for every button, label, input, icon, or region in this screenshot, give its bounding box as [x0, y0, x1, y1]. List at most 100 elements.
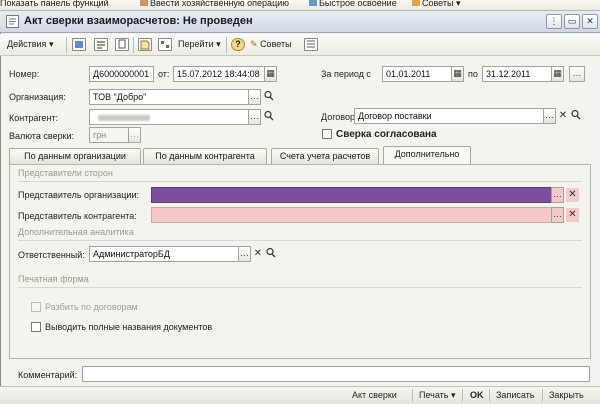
period-from-calendar-button[interactable]: ▦: [451, 66, 464, 82]
tips-toolbar-icon: ✎: [250, 39, 258, 49]
section-divider: [18, 287, 582, 288]
tab-organization-data[interactable]: По данным организации: [9, 148, 141, 164]
contract-open-icon[interactable]: [571, 109, 581, 123]
show-functions-panel-link[interactable]: Показать панель функций: [0, 0, 109, 8]
org-representative-field[interactable]: [151, 187, 552, 203]
cp-representative-clear-icon[interactable]: ✕: [566, 208, 579, 222]
operation-icon: [140, 0, 148, 6]
counterparty-label: Контрагент:: [9, 113, 59, 123]
analytics-section-title: Дополнительная аналитика: [18, 227, 134, 237]
full-names-label: Выводить полные названия документов: [45, 322, 213, 332]
print-label: Печать: [419, 390, 449, 400]
organization-select-button[interactable]: …: [248, 89, 261, 105]
window-title: Акт сверки взаиморасчетов: Не проведен: [24, 15, 253, 27]
structure-icon[interactable]: [158, 38, 172, 51]
date-calendar-button[interactable]: ▦: [264, 66, 277, 82]
enter-operation-link[interactable]: Ввести хозяйственную операцию: [140, 0, 289, 8]
split-by-contracts-checkbox[interactable]: [31, 302, 41, 312]
split-by-contracts-label: Разбить по договорам: [45, 302, 138, 312]
goto-label: Перейти: [178, 39, 214, 49]
currency-label: Валюта сверки:: [9, 131, 74, 141]
agreed-checkbox[interactable]: [322, 129, 332, 139]
copy-document-icon[interactable]: [115, 38, 129, 51]
org-representative-label: Представитель организации:: [18, 190, 139, 200]
based-on-icon[interactable]: [138, 38, 152, 51]
tab-counterparty-data[interactable]: По данным контрагента: [143, 148, 267, 164]
number-label: Номер:: [9, 69, 40, 79]
period-to-field[interactable]: 31.12.2011: [482, 66, 552, 82]
cp-representative-select-button[interactable]: …: [551, 207, 564, 223]
agreed-label: Сверка согласована: [336, 129, 437, 140]
contract-label: Договор:: [321, 112, 358, 122]
representatives-section-title: Представители сторон: [18, 168, 113, 178]
number-field[interactable]: Д6000000001: [89, 66, 154, 82]
date-field[interactable]: 15.07.2012 18:44:08: [173, 66, 265, 82]
comment-field[interactable]: [82, 366, 590, 382]
tab-settlement-accounts[interactable]: Счета учета расчетов: [271, 148, 379, 164]
comment-label: Комментарий:: [18, 370, 78, 380]
actions-label: Действия: [7, 39, 47, 49]
goto-menu[interactable]: Перейти ▾: [178, 39, 221, 50]
tips-link[interactable]: Советы ▾: [412, 0, 461, 9]
print-button[interactable]: Печать ▾: [419, 390, 456, 401]
quick-learning-label: Быстрое освоение: [319, 0, 397, 8]
contract-select-button[interactable]: …: [543, 108, 556, 124]
top-function-panel: Показать панель функций Ввести хозяйстве…: [0, 0, 600, 11]
ok-button[interactable]: OK: [470, 390, 484, 400]
tips-button[interactable]: ✎ Советы: [250, 39, 292, 50]
restore-window-button[interactable]: ▭: [564, 14, 580, 29]
responsible-select-button[interactable]: …: [238, 246, 251, 262]
organization-label: Организация:: [9, 92, 66, 102]
org-representative-select-button[interactable]: …: [551, 187, 564, 203]
contract-clear-icon[interactable]: ✕: [558, 109, 568, 123]
movements-icon[interactable]: [94, 38, 108, 51]
period-to-label: по: [468, 69, 478, 79]
toolbar-separator: [66, 37, 67, 53]
form-footer: Акт сверки Печать ▾ OK Записать Закрыть: [0, 386, 600, 404]
footer-separator: [412, 389, 413, 402]
post-document-icon[interactable]: [72, 38, 86, 51]
org-representative-clear-icon[interactable]: ✕: [566, 188, 579, 202]
counterparty-select-button[interactable]: …: [248, 109, 261, 125]
learning-icon: [309, 0, 317, 6]
cp-representative-label: Представитель контрагента:: [18, 211, 137, 221]
list-settings-icon[interactable]: [304, 38, 318, 51]
currency-select-button[interactable]: …: [128, 127, 141, 143]
calendar-icon: ▦: [553, 68, 562, 78]
counterparty-field[interactable]: [89, 109, 249, 125]
counterparty-open-icon[interactable]: [264, 110, 274, 124]
quick-learning-link[interactable]: Быстрое освоение: [309, 0, 397, 8]
contract-field[interactable]: Договор поставки: [354, 108, 544, 124]
responsible-clear-icon[interactable]: ✕: [253, 247, 263, 261]
calendar-icon: ▦: [453, 68, 462, 78]
organization-field[interactable]: ТОВ "Добро": [89, 89, 249, 105]
toolbar-separator: [133, 37, 134, 53]
tab-additional[interactable]: Дополнительно: [383, 146, 471, 165]
period-from-field[interactable]: 01.01.2011: [382, 66, 452, 82]
footer-separator: [542, 389, 543, 402]
enter-operation-label: Ввести хозяйственную операцию: [150, 0, 289, 8]
responsible-field[interactable]: АдминистраторБД: [89, 246, 239, 262]
document-icon: [6, 15, 19, 28]
actions-menu[interactable]: Действия ▾: [7, 39, 53, 50]
footer-separator: [462, 389, 463, 402]
responsible-open-icon[interactable]: [266, 247, 276, 261]
close-window-button[interactable]: ✕: [582, 14, 598, 29]
help-window-button[interactable]: ⋮: [546, 14, 562, 29]
period-from-label: За период с: [321, 69, 371, 79]
form-toolbar: Действия ▾ Перейти ▾ ? ✎ Советы: [0, 34, 600, 56]
period-to-calendar-button[interactable]: ▦: [551, 66, 564, 82]
print-section-title: Печатная форма: [18, 274, 89, 284]
act-button[interactable]: Акт сверки: [352, 390, 397, 400]
organization-open-icon[interactable]: [264, 90, 274, 104]
counterparty-blurred-name: [98, 115, 150, 121]
close-button[interactable]: Закрыть: [549, 390, 584, 400]
date-from-label: от:: [158, 69, 170, 79]
full-names-checkbox[interactable]: [31, 322, 41, 332]
save-button[interactable]: Записать: [496, 390, 534, 400]
cp-representative-field[interactable]: [151, 207, 552, 223]
currency-field[interactable]: грн: [89, 127, 129, 143]
period-select-button[interactable]: …: [569, 66, 585, 82]
help-icon[interactable]: ?: [231, 38, 245, 51]
calendar-icon: ▦: [266, 68, 275, 78]
